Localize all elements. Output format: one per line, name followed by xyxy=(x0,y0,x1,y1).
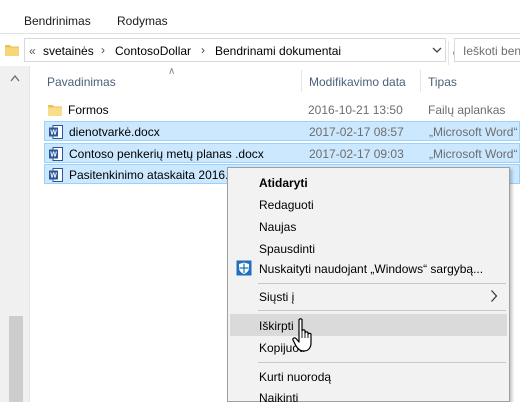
file-date: 2016-10-21 13:50 xyxy=(308,103,403,117)
overflow-crumb[interactable]: « xyxy=(29,44,36,58)
file-type: „Microsoft Word“ xyxy=(429,147,518,161)
search-input[interactable]: Ieškoti ben xyxy=(454,38,520,62)
column-modified[interactable]: Modifikavimo data xyxy=(309,75,406,89)
menu-item-create-shortcut[interactable]: Kurti nuorodą xyxy=(230,365,507,387)
scroll-up-arrow-icon[interactable] xyxy=(10,74,20,82)
breadcrumb-shared-documents[interactable]: Bendrinami dokumentai xyxy=(215,44,341,58)
menu-item-label: Siųsti į xyxy=(259,290,295,304)
address-row: « svetainės › ContosoDollar › Bendrinami… xyxy=(0,36,520,66)
word-document-icon: W xyxy=(49,125,63,139)
menu-item-send-to[interactable]: Siųsti į xyxy=(230,285,507,307)
menu-item-open[interactable]: Atidaryti xyxy=(230,171,507,193)
column-divider[interactable] xyxy=(420,70,421,92)
menu-item-label: Spausdinti xyxy=(259,242,316,256)
breadcrumb-separator[interactable]: › xyxy=(201,43,205,57)
menu-item-scan-defender[interactable]: Nuskaityti naudojant „Windows“ sargybą..… xyxy=(230,257,507,279)
windows-defender-shield-icon xyxy=(236,260,252,276)
file-row-agenda[interactable]: W dienotvarkė.docx 2017-02-17 08:57 „Mic… xyxy=(44,121,520,141)
context-menu: Atidaryti Redaguoti Naujas Spausdinti Nu… xyxy=(227,167,510,402)
menu-item-print[interactable]: Spausdinti xyxy=(230,237,507,259)
menu-separator xyxy=(258,310,506,311)
menu-separator xyxy=(258,362,506,363)
address-bar[interactable]: « svetainės › ContosoDollar › Bendrinami… xyxy=(24,38,466,65)
chevron-down-icon[interactable] xyxy=(431,44,443,56)
file-name: dienotvarkė.docx xyxy=(69,125,160,139)
file-date: 2017-02-17 08:57 xyxy=(309,125,404,139)
file-date: 2017-02-17 09:03 xyxy=(309,147,404,161)
menu-item-label: Redaguoti xyxy=(259,198,314,212)
menu-item-delete[interactable]: Naikinti xyxy=(230,386,507,402)
file-type: „Microsoft Word“ xyxy=(429,125,518,139)
navigation-pane-scrollbar[interactable] xyxy=(0,66,30,402)
file-name: Formos xyxy=(68,103,109,117)
menu-item-label: Naujas xyxy=(259,220,297,234)
tab-sharing[interactable]: Bendrinimas xyxy=(24,14,91,28)
chevron-right-icon xyxy=(491,290,498,302)
file-row-five-year-plan[interactable]: W Contoso penkerių metų planas .docx 201… xyxy=(44,143,520,163)
folder-icon xyxy=(5,45,19,56)
tab-view[interactable]: Rodymas xyxy=(117,14,168,28)
hand-pointer-cursor-icon xyxy=(292,318,312,352)
word-document-icon: W xyxy=(49,147,63,161)
menu-item-label: Kurti nuorodą xyxy=(259,370,332,384)
column-header: ∧ Pavadinimas Modifikavimo data Tipas xyxy=(31,66,520,94)
svg-text:W: W xyxy=(50,130,57,137)
word-document-icon: W xyxy=(49,168,63,182)
breadcrumb-contosodollar[interactable]: ContosoDollar xyxy=(115,44,191,58)
search-placeholder: Ieškoti ben xyxy=(463,44,520,58)
menu-item-copy[interactable]: Kopijuoti xyxy=(230,336,507,358)
breadcrumb-separator[interactable]: › xyxy=(101,43,105,57)
menu-item-new[interactable]: Naujas xyxy=(230,215,507,237)
menu-item-edit[interactable]: Redaguoti xyxy=(230,193,507,215)
scrollbar-thumb[interactable] xyxy=(9,316,23,402)
menu-item-cut[interactable]: Iškirpti xyxy=(230,314,507,336)
sort-ascending-icon: ∧ xyxy=(168,66,176,77)
breadcrumb-sites[interactable]: svetainės xyxy=(43,44,94,58)
file-name: Contoso penkerių metų planas .docx xyxy=(69,147,264,161)
file-row-formos[interactable]: Formos 2016-10-21 13:50 Failų aplankas xyxy=(44,100,520,120)
svg-text:W: W xyxy=(50,152,57,159)
ribbon: Bendrinimas Rodymas xyxy=(0,0,520,34)
menu-item-label: Nuskaityti naudojant „Windows“ sargybą..… xyxy=(259,262,484,276)
menu-item-label: Naikinti xyxy=(259,391,299,402)
column-type[interactable]: Tipas xyxy=(428,75,457,89)
menu-item-label: Atidaryti xyxy=(259,176,308,190)
menu-item-label: Iškirpti xyxy=(259,319,294,333)
column-divider[interactable] xyxy=(301,70,302,92)
file-name: Pasitenkinimo ataskaita 2016.d xyxy=(69,168,236,182)
menu-separator xyxy=(258,283,506,284)
svg-text:W: W xyxy=(50,173,57,180)
folder-icon xyxy=(48,105,62,116)
column-name[interactable]: Pavadinimas xyxy=(47,75,116,89)
file-type: Failų aplankas xyxy=(428,103,506,117)
